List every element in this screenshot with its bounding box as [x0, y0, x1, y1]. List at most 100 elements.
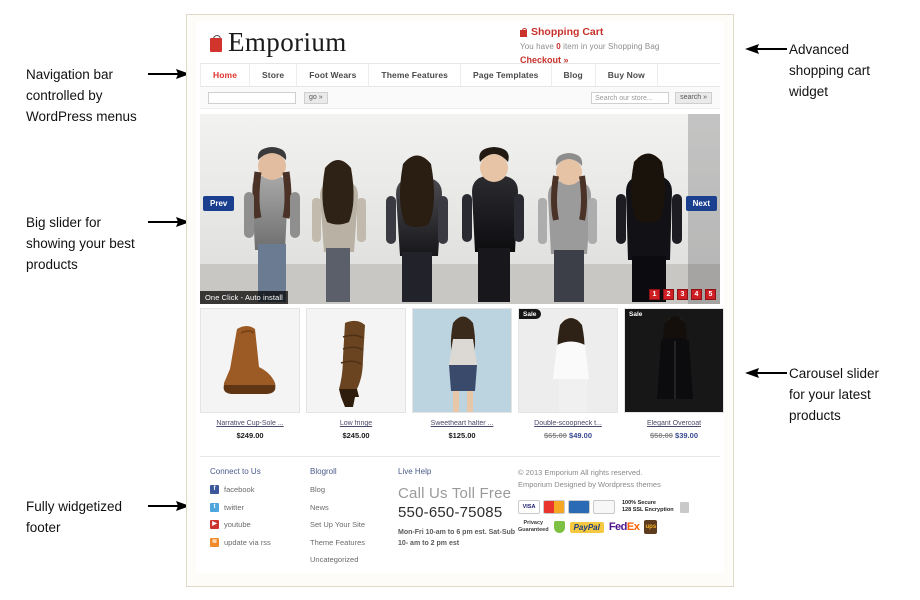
footer-blogroll-widget: Blogroll Blog News Set Up Your Site Them… [310, 467, 398, 573]
livehelp-hours: Mon-Fri 10-am to 6 pm est. Sat-Sub 10- a… [398, 529, 516, 547]
twitter-icon: t [210, 502, 219, 512]
fedex-ex: Ex [626, 521, 640, 533]
nav-item-home[interactable]: Home [200, 64, 251, 86]
product-image[interactable]: Sale [624, 308, 724, 413]
slider-prev-button[interactable]: Prev [203, 196, 235, 211]
footer-link-facebook[interactable]: f facebook [210, 485, 310, 494]
hero-slider[interactable]: One Click - Auto install Prev Next 1 2 3… [200, 114, 720, 304]
mastercard-icon [543, 500, 565, 514]
footer-link-twitter-label: twitter [224, 502, 245, 512]
slider-image [200, 114, 720, 304]
annotation-footer-arrow [148, 500, 190, 512]
product-card[interactable]: Low fringe $245.00 [306, 308, 406, 440]
nav-item-theme-features[interactable]: Theme Features [369, 64, 461, 86]
dress-model-image [413, 309, 511, 412]
footer-livehelp-widget: Live Help Call Us Toll Free 550-650-7508… [398, 467, 518, 573]
shield-icon [553, 521, 565, 533]
footer-link-rss[interactable]: ≋ update via rss [210, 537, 310, 547]
product-new-price: $49.00 [569, 431, 592, 440]
product-image[interactable] [306, 308, 406, 413]
amex-icon [568, 500, 590, 514]
product-carousel: Narrative Cup-Sole ... $249.00 Low fring… [200, 308, 724, 440]
discover-icon [593, 500, 615, 514]
lock-icon [679, 501, 689, 513]
slider-page-3[interactable]: 3 [677, 289, 688, 300]
ssl-line-2: 128 SSL Encryption [622, 507, 674, 513]
footer-blogroll-item[interactable]: Uncategorized [310, 555, 398, 564]
footer-blogroll-item[interactable]: Theme Features [310, 538, 398, 547]
brand-title: Emporium [228, 27, 347, 57]
ssl-line-1: 100% Secure [622, 500, 656, 506]
product-name[interactable]: Low fringe [306, 420, 406, 427]
footer-link-rss-label: update via rss [224, 537, 271, 547]
annotation-cart: Advanced shopping cart widget [789, 39, 920, 102]
slider-page-1[interactable]: 1 [649, 289, 660, 300]
checkout-link[interactable]: Checkout » [520, 55, 710, 65]
ups-icon: ups [644, 520, 658, 534]
privacy-line-2: Guaranteed [518, 527, 549, 533]
nav-item-buy-now[interactable]: Buy Now [596, 64, 658, 86]
sale-badge: Sale [519, 309, 542, 319]
product-old-price: $65.00 [544, 431, 567, 440]
website-preview-frame: Emporium Shopping Cart You have 0 item i… [186, 14, 734, 587]
livehelp-phone: 550-650-75085 [398, 504, 503, 521]
footer-link-facebook-label: facebook [224, 485, 255, 494]
shopping-cart-widget[interactable]: Shopping Cart You have 0 item in your Sh… [520, 26, 710, 65]
product-image[interactable]: Sale [518, 308, 618, 413]
product-card[interactable]: Sweetheart halter ... $125.00 [412, 308, 512, 440]
go-button[interactable]: go » [304, 91, 328, 104]
product-price: $50.00 $39.00 [624, 431, 724, 440]
footer-blogroll-heading: Blogroll [310, 467, 337, 476]
left-search-input[interactable] [208, 91, 296, 104]
footer-link-youtube[interactable]: ▶ youtube [210, 520, 310, 529]
main-navigation: Home Store Foot Wears Theme Features Pag… [200, 63, 720, 87]
nav-item-page-templates[interactable]: Page Templates [461, 64, 552, 86]
privacy-line-1: Privacy [523, 520, 544, 526]
product-price: $65.00 $49.00 [518, 431, 618, 440]
cart-title: Shopping Cart [520, 26, 710, 38]
product-card[interactable]: Narrative Cup-Sole ... $249.00 [200, 308, 300, 440]
product-name[interactable]: Double-scoopneck t... [518, 420, 618, 427]
visa-icon: VISA [518, 500, 540, 514]
cart-summary-prefix: You have [520, 42, 557, 51]
product-name[interactable]: Elegant Overcoat [624, 420, 724, 427]
nav-item-store[interactable]: Store [250, 64, 298, 86]
annotation-carousel-arrow [745, 367, 787, 379]
slider-page-2[interactable]: 2 [663, 289, 674, 300]
slider-page-4[interactable]: 4 [691, 289, 702, 300]
product-old-price: $50.00 [650, 431, 673, 440]
slider-page-5[interactable]: 5 [705, 289, 716, 300]
product-name[interactable]: Sweetheart halter ... [412, 420, 512, 427]
paypal-icon: PayPal [569, 521, 604, 533]
footer-blogroll-item[interactable]: Set Up Your Site [310, 520, 398, 529]
site-footer: Connect to Us f facebook t twitter ▶ you… [200, 456, 720, 573]
search-row: go » Search our store... search » [200, 87, 720, 109]
cart-bag-icon [520, 27, 527, 37]
nav-item-blog[interactable]: Blog [552, 64, 596, 86]
product-image[interactable] [412, 308, 512, 413]
slider-next-button[interactable]: Next [685, 196, 717, 211]
cart-title-label: Shopping Cart [531, 26, 604, 38]
search-button[interactable]: search » [675, 91, 712, 104]
footer-blogroll-item[interactable]: News [310, 503, 398, 512]
site-header: Emporium Shopping Cart You have 0 item i… [196, 22, 724, 65]
annotation-navigation-arrow [148, 68, 190, 80]
product-name[interactable]: Narrative Cup-Sole ... [200, 420, 300, 427]
shopping-bag-icon [210, 35, 222, 52]
privacy-badge: Privacy Guaranteed [518, 520, 549, 534]
product-card[interactable]: Sale Elegant Overcoat $50.00 $39.00 [624, 308, 724, 440]
product-card[interactable]: Sale Double-scoopneck t... $65.00 $49.00 [518, 308, 618, 440]
search-input[interactable]: Search our store... [591, 91, 670, 104]
nav-item-foot-wears[interactable]: Foot Wears [297, 64, 370, 86]
product-price: $125.00 [448, 431, 476, 440]
fedex-icon: FedEx [609, 521, 640, 533]
footer-blogroll-item[interactable]: Blog [310, 485, 398, 494]
livehelp-tagline: Call Us Toll Free [398, 485, 512, 502]
annotation-carousel: Carousel slider for your latest products [789, 363, 920, 426]
footer-link-twitter[interactable]: t twitter [210, 502, 310, 512]
product-price: $249.00 [236, 431, 264, 440]
footer-connect-widget: Connect to Us f facebook t twitter ▶ you… [210, 467, 310, 573]
product-image[interactable] [200, 308, 300, 413]
cart-summary-suffix: item in your Shopping Bag [560, 42, 660, 51]
ssl-badge: 100% Secure 128 SSL Encryption [622, 500, 674, 514]
